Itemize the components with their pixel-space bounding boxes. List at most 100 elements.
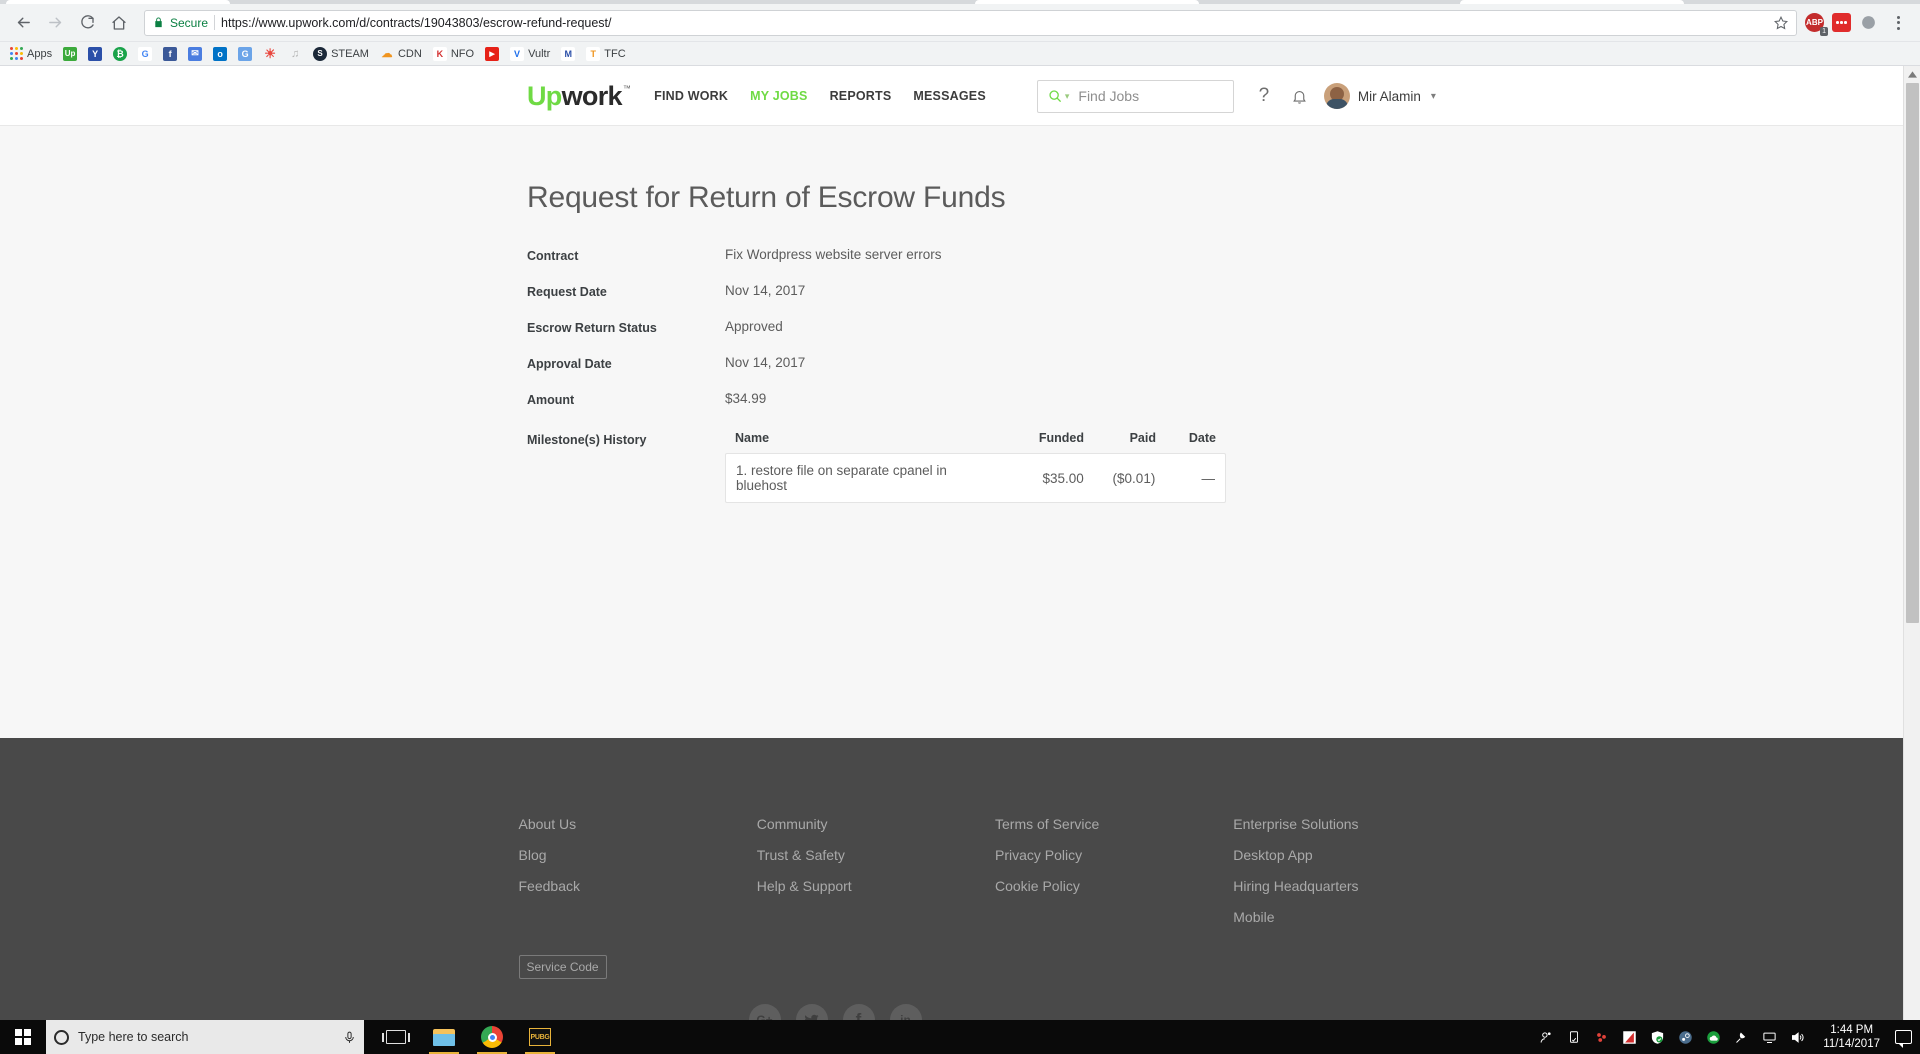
page-title: Request for Return of Escrow Funds	[527, 181, 1006, 214]
bookmark-google-docs[interactable]: G	[234, 45, 256, 63]
bookmark-facebook[interactable]: f	[159, 45, 181, 63]
usb-safely-remove-icon[interactable]	[1565, 1029, 1582, 1046]
footer-link-desktop-app[interactable]: Desktop App	[1233, 847, 1471, 863]
footer-link-feedback[interactable]: Feedback	[519, 878, 757, 894]
pubg-button[interactable]: PUBG	[516, 1020, 564, 1054]
adblock-badge: 1	[1820, 27, 1828, 36]
footer-link-mobile[interactable]: Mobile	[1233, 909, 1471, 925]
detail-row-approval-date: Approval Date Nov 14, 2017	[527, 355, 1480, 371]
kaspersky-icon[interactable]	[1621, 1029, 1638, 1046]
bookmark-apps[interactable]: Apps	[6, 45, 56, 62]
people-icon[interactable]	[1537, 1029, 1554, 1046]
outlook-icon: o	[213, 46, 228, 61]
nav-my-jobs[interactable]: MY JOBS	[750, 89, 807, 103]
detail-row-escrow-return-status: Escrow Return Status Approved	[527, 319, 1480, 335]
action-center-icon[interactable]	[1895, 1030, 1912, 1048]
bookmark-steam[interactable]: S STEAM	[309, 45, 373, 63]
user-menu[interactable]: Mir Alamin ▾	[1323, 83, 1436, 109]
reload-button[interactable]	[72, 8, 102, 38]
vultr-icon: V	[510, 46, 525, 61]
chrome-button[interactable]	[468, 1020, 516, 1054]
home-button[interactable]	[104, 8, 134, 38]
browser-tab[interactable]	[6, 0, 230, 4]
bookmark-gmail[interactable]: M	[557, 45, 579, 63]
footer-column-solutions: Enterprise Solutions Desktop App Hiring …	[1233, 816, 1471, 940]
footer-link-about-us[interactable]: About Us	[519, 816, 757, 832]
help-icon[interactable]: ?	[1246, 85, 1282, 107]
satellite-icon[interactable]	[1733, 1029, 1750, 1046]
service-code-button[interactable]: Service Code	[518, 955, 607, 979]
bookmark-tfc[interactable]: T TFC	[582, 45, 629, 63]
bookmark-nfo[interactable]: K NFO	[429, 45, 478, 63]
footer-link-privacy-policy[interactable]: Privacy Policy	[995, 847, 1233, 863]
taskbar-search[interactable]: Type here to search	[46, 1020, 364, 1054]
cell-name: 1. restore file on separate cpanel in bl…	[736, 463, 947, 493]
bookmark-cdn[interactable]: ☁ CDN	[376, 45, 426, 63]
footer-column-company: About Us Blog Feedback	[519, 816, 757, 940]
footer-link-help-support[interactable]: Help & Support	[757, 878, 995, 894]
onedrive-icon[interactable]	[1705, 1029, 1722, 1046]
footer-link-community[interactable]: Community	[757, 816, 995, 832]
nav-messages[interactable]: MESSAGES	[913, 89, 985, 103]
nav-reports[interactable]: REPORTS	[830, 89, 892, 103]
bookmark-vultr[interactable]: V Vultr	[506, 45, 554, 63]
task-view-button[interactable]	[372, 1020, 420, 1054]
start-button[interactable]	[0, 1020, 46, 1054]
bookmark-youtube[interactable]: ▶	[481, 45, 503, 63]
bluestacks-icon[interactable]	[1593, 1029, 1610, 1046]
bookmark-star-icon[interactable]	[1774, 15, 1788, 30]
chevron-down-icon[interactable]: ▾	[1431, 91, 1436, 102]
red-dots-extension-icon[interactable]	[1832, 13, 1851, 32]
microphone-icon[interactable]	[343, 1031, 356, 1044]
back-button[interactable]	[8, 8, 38, 38]
bookmark-upwork[interactable]: Up	[59, 45, 81, 63]
bookmark-bitcoin[interactable]: ₿	[109, 45, 131, 63]
cell-date: —	[1201, 470, 1216, 486]
adblock-plus-icon[interactable]: ABP 1	[1805, 13, 1828, 36]
bookmark-music[interactable]: ♫	[284, 45, 306, 63]
user-name: Mir Alamin	[1357, 88, 1421, 104]
table-header-row: Name Funded Paid Date	[725, 431, 1226, 453]
footer-link-hiring-headquarters[interactable]: Hiring Headquarters	[1233, 878, 1471, 894]
browser-tab[interactable]	[1460, 0, 1684, 4]
notifications-bell-icon[interactable]	[1282, 88, 1318, 105]
scroll-up-arrow-icon[interactable]	[1904, 66, 1920, 83]
windows-defender-icon[interactable]	[1649, 1029, 1666, 1046]
tab-strip[interactable]	[0, 0, 1920, 4]
globe-extension-icon[interactable]	[1859, 13, 1878, 32]
footer-link-blog[interactable]: Blog	[519, 847, 757, 863]
browser-tab[interactable]	[975, 0, 1199, 4]
bookmark-sun[interactable]: ☀	[259, 45, 281, 63]
url-text: https://www.upwork.com/d/contracts/19043…	[221, 15, 612, 30]
network-icon[interactable]	[1761, 1029, 1778, 1046]
omnibox-divider	[214, 15, 216, 30]
search-input[interactable]: Find Jobs	[1078, 88, 1139, 104]
bookmark-google[interactable]: G	[134, 45, 156, 63]
steam-icon[interactable]	[1677, 1029, 1694, 1046]
nav-find-work[interactable]: FIND WORK	[654, 89, 728, 103]
upwork-logo[interactable]: Up work ™	[527, 82, 631, 110]
bookmark-yahoo[interactable]: Y	[84, 45, 106, 63]
file-explorer-button[interactable]	[420, 1020, 468, 1054]
bookmarks-bar: Apps Up Y ₿ G f ✉ o G ☀ ♫ S STEAM ☁ CDN …	[0, 42, 1920, 66]
detail-row-amount: Amount $34.99	[527, 391, 1480, 407]
scrollbar-thumb[interactable]	[1906, 83, 1919, 623]
footer-link-trust-safety[interactable]: Trust & Safety	[757, 847, 995, 863]
forward-button[interactable]	[40, 8, 70, 38]
sun-icon: ☀	[264, 45, 276, 61]
search-filter-chevron-down-icon[interactable]: ▾	[1065, 91, 1070, 102]
address-bar[interactable]: Secure https://www.upwork.com/d/contract…	[144, 9, 1797, 36]
footer-link-enterprise-solutions[interactable]: Enterprise Solutions	[1233, 816, 1471, 832]
detail-value: Nov 14, 2017	[725, 283, 806, 298]
search-box[interactable]: ▾ Find Jobs	[1036, 79, 1234, 113]
bookmark-mail[interactable]: ✉	[184, 45, 206, 63]
site-footer: About Us Blog Feedback Community Trust &…	[0, 738, 1903, 1029]
footer-link-terms-of-service[interactable]: Terms of Service	[995, 816, 1233, 832]
bookmark-outlook[interactable]: o	[209, 45, 231, 63]
footer-link-cookie-policy[interactable]: Cookie Policy	[995, 878, 1233, 894]
chrome-menu-icon[interactable]	[1886, 15, 1910, 30]
taskbar-search-input[interactable]: Type here to search	[78, 1030, 334, 1044]
page-scrollbar[interactable]	[1903, 66, 1920, 1029]
volume-icon[interactable]	[1789, 1029, 1806, 1046]
taskbar-clock[interactable]: 1:44 PM 11/14/2017	[1823, 1023, 1880, 1052]
